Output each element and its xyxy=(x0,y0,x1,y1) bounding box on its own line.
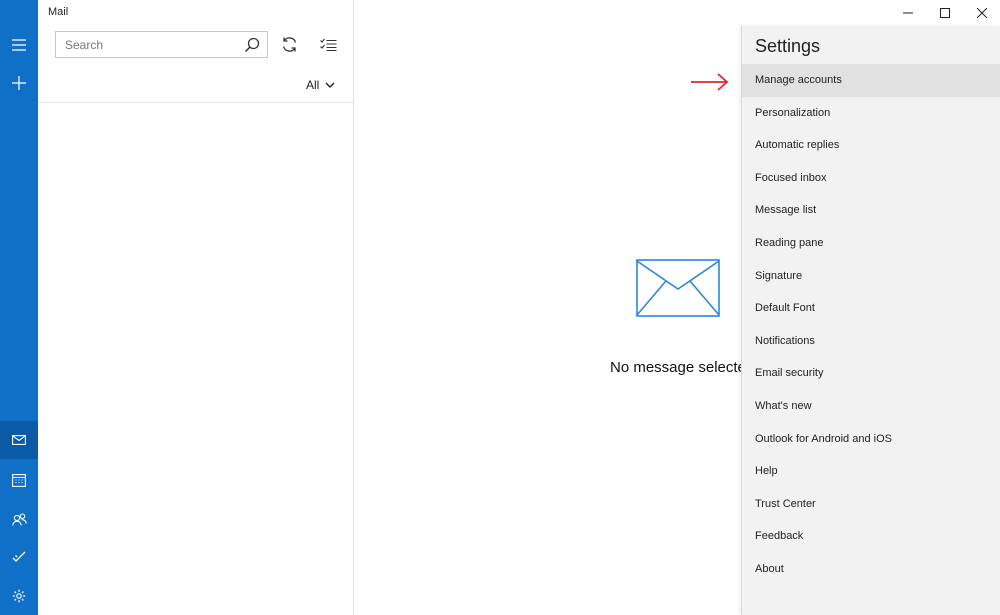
settings-item-message-list[interactable]: Message list xyxy=(742,194,1000,227)
filter-label: All xyxy=(306,78,320,92)
settings-item-focused-inbox[interactable]: Focused inbox xyxy=(742,162,1000,195)
todo-icon xyxy=(12,551,26,562)
people-icon xyxy=(11,512,27,526)
minimize-icon xyxy=(903,12,913,14)
envelope-icon xyxy=(636,259,720,317)
people-nav-button[interactable] xyxy=(0,500,38,538)
calendar-icon xyxy=(12,473,26,487)
todo-nav-button[interactable] xyxy=(0,538,38,576)
navigation-rail xyxy=(0,0,38,615)
settings-item-reading-pane[interactable]: Reading pane xyxy=(742,227,1000,260)
minimize-button[interactable] xyxy=(890,0,926,26)
mail-icon xyxy=(12,435,26,445)
red-arrow-annotation-icon xyxy=(691,73,729,91)
search-input[interactable] xyxy=(56,32,236,57)
settings-item-personalization[interactable]: Personalization xyxy=(742,97,1000,130)
settings-item-what-s-new[interactable]: What's new xyxy=(742,390,1000,423)
settings-item-automatic-replies[interactable]: Automatic replies xyxy=(742,129,1000,162)
list-divider xyxy=(38,102,354,103)
message-list-pane: Mail All xyxy=(38,0,354,615)
settings-list: Manage accounts Personalization Automatic … xyxy=(742,64,1000,586)
no-message-selected-text: No message selected xyxy=(610,359,755,376)
mail-nav-button[interactable] xyxy=(0,421,38,459)
settings-item-help[interactable]: Help xyxy=(742,455,1000,488)
close-button[interactable] xyxy=(964,0,1000,26)
settings-panel: Settings Manage accounts Personalization A… xyxy=(741,26,1000,615)
search-icon[interactable] xyxy=(244,37,260,53)
maximize-button[interactable] xyxy=(927,0,963,26)
calendar-nav-button[interactable] xyxy=(0,461,38,499)
maximize-icon xyxy=(940,8,950,18)
settings-gear-icon xyxy=(12,589,26,603)
settings-item-email-security[interactable]: Email security xyxy=(742,357,1000,390)
settings-item-about[interactable]: About xyxy=(742,553,1000,586)
chevron-down-icon xyxy=(325,82,335,88)
settings-item-manage-accounts[interactable]: Manage accounts xyxy=(742,64,1000,97)
selection-mode-button[interactable] xyxy=(317,33,339,55)
search-box[interactable] xyxy=(55,31,268,58)
new-mail-icon xyxy=(12,76,26,90)
mail-app-window: Mail All No message selected xyxy=(0,0,1000,615)
settings-item-notifications[interactable]: Notifications xyxy=(742,325,1000,358)
sync-icon xyxy=(282,36,296,52)
hamburger-menu-icon xyxy=(12,39,26,51)
settings-item-outlook-for-android-and-ios[interactable]: Outlook for Android and iOS xyxy=(742,423,1000,456)
new-mail-button[interactable] xyxy=(0,64,38,102)
settings-item-feedback[interactable]: Feedback xyxy=(742,520,1000,553)
sync-button[interactable] xyxy=(278,33,300,55)
settings-item-signature[interactable]: Signature xyxy=(742,260,1000,293)
settings-nav-button[interactable] xyxy=(0,577,38,615)
settings-title: Settings xyxy=(755,36,821,56)
close-icon xyxy=(977,8,987,18)
settings-item-trust-center[interactable]: Trust Center xyxy=(742,488,1000,521)
checklist-icon xyxy=(319,38,336,51)
settings-item-default-font[interactable]: Default Font xyxy=(742,292,1000,325)
hamburger-menu-button[interactable] xyxy=(0,26,38,64)
app-title: Mail xyxy=(48,6,69,18)
filter-dropdown[interactable]: All xyxy=(306,78,335,92)
